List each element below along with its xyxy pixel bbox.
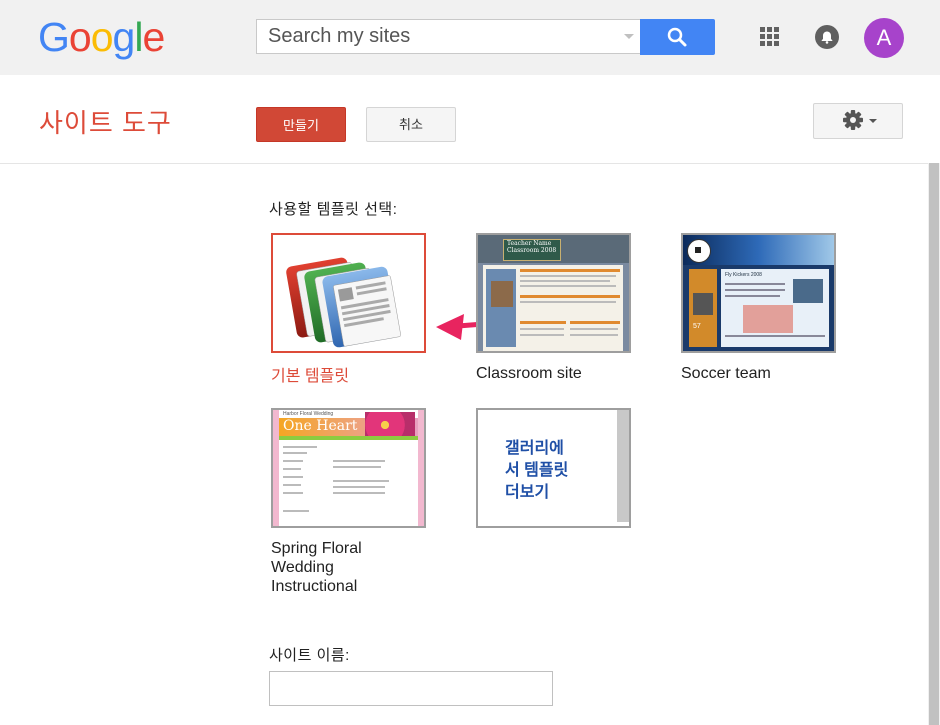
- gallery-link-card[interactable]: 갤러리에 서 템플릿 더보기: [476, 408, 631, 528]
- floral-header: Harbor Floral Wedding: [283, 411, 334, 417]
- logo-letter: e: [142, 14, 165, 60]
- cancel-button[interactable]: 취소: [366, 107, 456, 142]
- scrollbar-thumb[interactable]: [929, 163, 939, 725]
- settings-button[interactable]: [813, 103, 903, 139]
- search-box: [256, 19, 640, 54]
- google-logo[interactable]: Google: [38, 14, 165, 61]
- classroom-subtitle: Classroom 2008: [507, 247, 557, 254]
- classroom-title: Teacher Name: [507, 240, 552, 247]
- top-bar: Google A: [0, 0, 940, 75]
- logo-letter: o: [90, 14, 114, 60]
- page-title: 사이트 도구: [39, 108, 172, 138]
- template-default-label[interactable]: 기본 템플릿: [271, 367, 349, 386]
- apps-icon[interactable]: [760, 27, 780, 47]
- bell-icon: [821, 31, 833, 44]
- soccer-title: Fly Kickers 2008: [725, 272, 762, 278]
- site-name-label: 사이트 이름:: [269, 647, 350, 664]
- floral-title: One Heart: [283, 418, 358, 434]
- avatar[interactable]: A: [864, 18, 904, 58]
- template-soccer-thumbnail[interactable]: 57 Fly Kickers 2008: [681, 233, 836, 353]
- gallery-link-line: 서 템플릿: [505, 462, 569, 479]
- template-floral-thumbnail[interactable]: Harbor Floral Wedding One Heart: [271, 408, 426, 528]
- notifications-icon[interactable]: [815, 25, 839, 49]
- search-input[interactable]: [257, 20, 629, 53]
- template-soccer-label[interactable]: Soccer team: [681, 364, 771, 383]
- template-floral-label-line: Wedding: [271, 559, 334, 576]
- template-floral-label[interactable]: Spring Floral Wedding Instructional: [271, 539, 362, 596]
- logo-letter: o: [68, 14, 92, 60]
- template-prompt: 사용할 템플릿 선택:: [269, 201, 398, 218]
- logo-letter: g: [112, 14, 136, 60]
- template-classroom-thumbnail[interactable]: Teacher Name Classroom 2008: [476, 233, 631, 353]
- chevron-down-icon[interactable]: [624, 34, 634, 39]
- gallery-link[interactable]: 갤러리에 서 템플릿 더보기: [505, 438, 568, 504]
- template-floral-label-line: Instructional: [271, 578, 358, 595]
- classroom-banner: Teacher Name Classroom 2008: [478, 235, 629, 263]
- gallery-link-line: 더보기: [505, 484, 550, 501]
- gallery-card-scrollbar: [617, 410, 629, 522]
- create-button[interactable]: 만들기: [256, 107, 346, 142]
- sites-logo-icon: [286, 257, 401, 348]
- template-default-thumbnail[interactable]: [271, 233, 426, 353]
- scrollbar[interactable]: [928, 163, 940, 725]
- site-name-input[interactable]: [269, 671, 553, 706]
- search-button[interactable]: [640, 19, 715, 55]
- toolbar: 사이트 도구 만들기 취소: [0, 75, 940, 164]
- search-icon: [667, 27, 687, 47]
- chevron-down-icon: [869, 119, 877, 123]
- template-floral-label-line: Spring Floral: [271, 540, 362, 557]
- logo-letter: G: [38, 14, 70, 60]
- template-classroom-label[interactable]: Classroom site: [476, 364, 582, 383]
- soccer-score: 57: [693, 323, 701, 330]
- gallery-link-line: 갤러리에: [505, 440, 564, 457]
- gear-icon: [843, 110, 877, 130]
